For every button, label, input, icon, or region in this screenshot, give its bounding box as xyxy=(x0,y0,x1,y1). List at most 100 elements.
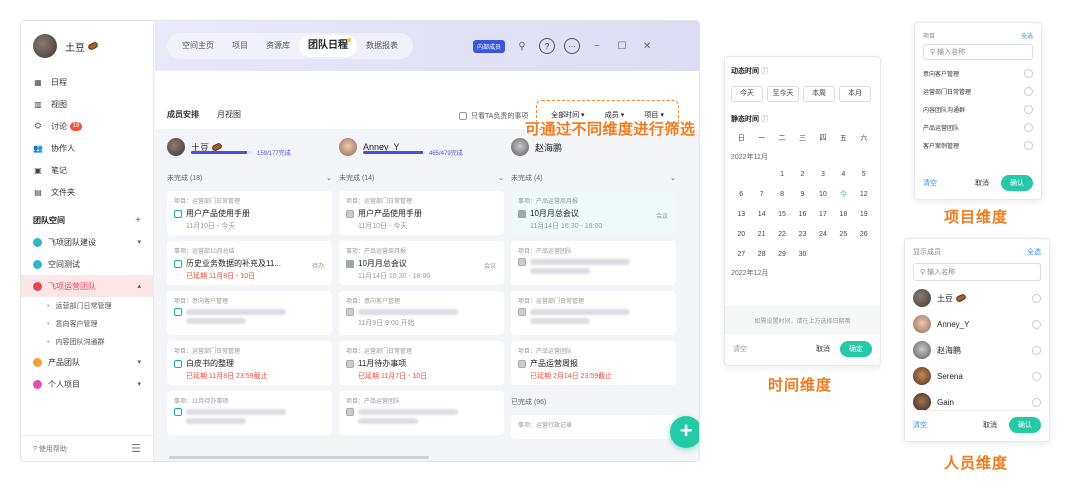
chevron-down-icon[interactable]: ⌄ xyxy=(326,174,332,182)
add-button[interactable]: + xyxy=(670,416,699,448)
calendar-day[interactable]: 5 xyxy=(854,171,874,178)
tab-member-schedule[interactable]: 成员安排 xyxy=(167,109,199,120)
task-card[interactable]: 项目：意向客户管理 xyxy=(167,291,332,335)
quick-time-button[interactable]: 至今天 xyxy=(767,86,799,102)
sidebar-item[interactable]: ▣ 笔记 xyxy=(21,159,153,181)
task-checkbox[interactable] xyxy=(518,308,526,316)
chevron-down-icon[interactable]: ⌄ xyxy=(670,174,676,182)
done-header[interactable]: 已完成 (96) xyxy=(511,395,676,409)
project-option[interactable]: 运营部门日常管理 xyxy=(923,82,1033,100)
task-checkbox[interactable] xyxy=(174,359,182,368)
horizontal-scrollbar[interactable] xyxy=(169,456,429,459)
calendar-day[interactable]: 27 xyxy=(731,251,751,258)
help-icon[interactable]: ? xyxy=(539,38,556,54)
radio-button[interactable] xyxy=(1024,86,1033,96)
chevron-icon[interactable]: ▾ xyxy=(137,358,141,366)
task-card[interactable]: 项目：产品运营团队 xyxy=(511,241,676,285)
select-all-link[interactable]: 全选 xyxy=(1021,31,1033,40)
task-card[interactable]: 事项：运营部10月总结 历史业务数据的补充及11... 待办 已延期 11月8日 - … xyxy=(167,241,332,285)
calendar-day[interactable]: 9 xyxy=(792,191,812,198)
task-checkbox[interactable] xyxy=(174,209,182,218)
tab-month-view[interactable]: 月视图 xyxy=(217,109,241,120)
task-card[interactable]: 事项：11月待办事项 xyxy=(167,391,332,435)
sidebar-item[interactable]: ▥ 视图 xyxy=(21,93,153,115)
radio-button[interactable] xyxy=(1024,122,1033,132)
task-checkbox[interactable] xyxy=(346,308,354,316)
chevron-icon[interactable]: ▾ xyxy=(137,238,141,246)
project-item[interactable]: 空间测试 xyxy=(21,253,153,275)
task-card[interactable]: 事项：产品运营周月报 10月月总会议 会议 11月14日 16:30 - 18:00 xyxy=(511,191,676,235)
radio-button[interactable] xyxy=(1032,345,1041,355)
member-option[interactable]: Anney_Y xyxy=(913,311,1041,337)
quick-time-button[interactable]: 今天 xyxy=(731,86,763,102)
column-header[interactable]: 未完成 (14) ⌄ xyxy=(339,171,504,185)
task-checkbox[interactable] xyxy=(174,308,182,316)
task-checkbox[interactable] xyxy=(174,408,182,416)
maximize-icon[interactable]: ☐ xyxy=(614,38,630,54)
project-subitem[interactable]: 内容团队沟通群 xyxy=(21,333,153,351)
task-card[interactable]: 事项：运营行政记录 xyxy=(511,415,676,439)
project-option[interactable]: 内容团队沟通群 xyxy=(923,100,1033,118)
search-icon[interactable]: ⚲ xyxy=(514,38,530,54)
radio-button[interactable] xyxy=(1032,397,1041,407)
help-link[interactable]: ? 使用帮助 xyxy=(33,444,67,454)
quick-time-button[interactable]: 本月 xyxy=(839,86,871,102)
task-card[interactable]: 项目：运营部门日常管理 用户产品使用手册 11月10日 - 今天 xyxy=(167,191,332,235)
more-icon[interactable]: ··· xyxy=(564,38,581,54)
calendar-day[interactable]: 28 xyxy=(751,251,771,258)
calendar-day[interactable]: 17 xyxy=(813,211,833,218)
avatar[interactable] xyxy=(33,34,57,58)
chevron-icon[interactable]: ▾ xyxy=(137,380,141,388)
tab-item[interactable]: 空间主页 xyxy=(173,35,223,57)
minimize-icon[interactable]: − xyxy=(589,38,605,54)
radio-button[interactable] xyxy=(1032,319,1041,329)
project-item[interactable]: 飞项运营团队 ▴ xyxy=(21,275,153,297)
calendar-day[interactable]: 29 xyxy=(772,251,792,258)
project-item[interactable]: 产品团队 ▾ xyxy=(21,351,153,373)
radio-button[interactable] xyxy=(1024,104,1033,114)
task-card[interactable]: 项目：运营部门日常管理 11月待办事项 已延期 11月7日 - 10日 xyxy=(339,341,504,385)
calendar-day[interactable]: 26 xyxy=(854,231,874,238)
task-card[interactable]: 项目：产品运营团队 产品运营周报 已延期 2月14日 23:59截止 xyxy=(511,341,676,385)
task-card[interactable]: 项目：运营部门日常管理 用户产品使用手册 11月10日 - 今天 xyxy=(339,191,504,235)
project-subitem[interactable]: 运营部门日常管理 xyxy=(21,297,153,315)
project-option[interactable]: 产品运营团队 xyxy=(923,118,1033,136)
tab-item[interactable]: 项目 xyxy=(223,35,257,57)
sidebar-item[interactable]: ▤ 文件夹 xyxy=(21,181,153,203)
task-card[interactable]: 事项：产品运营周月报 10月月总会议 会议 11月14日 16:30 - 18:00 xyxy=(339,241,504,285)
calendar-day[interactable]: 7 xyxy=(751,191,771,198)
project-option[interactable]: 客户案例管理 xyxy=(923,136,1033,154)
confirm-button[interactable]: 确认 xyxy=(1001,175,1033,191)
clear-button[interactable]: 清空 xyxy=(733,344,747,354)
task-checkbox[interactable] xyxy=(346,359,354,368)
sidebar-item[interactable]: ⛭ 讨论 19 xyxy=(21,115,153,137)
clear-button[interactable]: 清空 xyxy=(923,178,937,188)
only-mine-toggle[interactable]: 只看TA负责的事项 xyxy=(459,111,528,121)
task-card[interactable]: 项目：运营部门日常管理 白皮书的整理 已延期 11月8日 23:59截止 xyxy=(167,341,332,385)
select-all-link[interactable]: 全选 xyxy=(1027,247,1041,257)
close-icon[interactable]: ✕ xyxy=(639,38,655,54)
member-option[interactable]: 土豆 xyxy=(913,285,1041,311)
project-item[interactable]: 个人项目 ▾ xyxy=(21,373,153,395)
calendar-day[interactable]: 23 xyxy=(792,231,812,238)
calendar-day[interactable]: 今 xyxy=(833,189,853,199)
member-search-input[interactable]: ⚲ 输入名称 xyxy=(913,263,1041,281)
calendar-day[interactable]: 15 xyxy=(772,211,792,218)
calendar-day[interactable]: 18 xyxy=(833,211,853,218)
task-checkbox[interactable] xyxy=(174,259,182,268)
radio-button[interactable] xyxy=(1024,140,1033,150)
sidebar-item[interactable]: ▦ 日程 xyxy=(21,71,153,93)
project-search-input[interactable]: ⚲ 输入名称 xyxy=(923,44,1033,60)
calendar-day[interactable]: 10 xyxy=(813,191,833,198)
calendar-day[interactable]: 30 xyxy=(792,251,812,258)
calendar-day[interactable]: 25 xyxy=(833,231,853,238)
calendar-day[interactable]: 12 xyxy=(854,191,874,198)
task-checkbox[interactable] xyxy=(346,209,354,218)
column-header[interactable]: 未完成 (18) ⌄ xyxy=(167,171,332,185)
task-checkbox[interactable] xyxy=(346,408,354,416)
member-header[interactable]: 土豆 159/177完成 xyxy=(167,133,332,161)
team-space-header[interactable]: 团队空间 + xyxy=(21,209,153,231)
quick-time-button[interactable]: 本周 xyxy=(803,86,835,102)
cancel-button[interactable]: 取消 xyxy=(816,344,830,354)
tab-item[interactable]: 团队日程 xyxy=(299,35,357,57)
